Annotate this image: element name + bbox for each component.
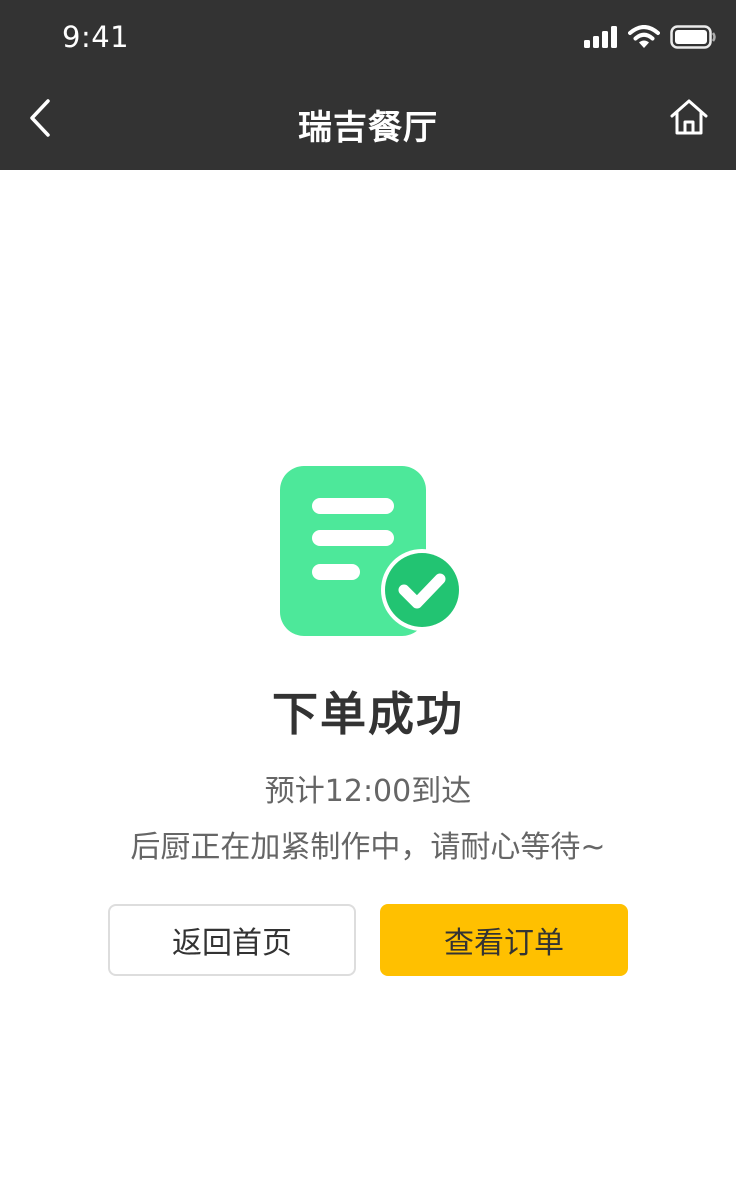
battery-icon: [670, 25, 716, 53]
view-order-button[interactable]: 查看订单: [380, 904, 628, 976]
signal-icon: [584, 26, 618, 52]
status-note: 后厨正在加紧制作中，请耐心等待~: [130, 830, 606, 865]
page-title: 瑞吉餐厅: [298, 108, 438, 148]
status-bar: 9:41: [0, 0, 736, 78]
order-result-page: 下单成功 预计12:00到达 后厨正在加紧制作中，请耐心等待~ 返回首页 查看订…: [0, 170, 736, 1182]
back-home-button[interactable]: 返回首页: [108, 904, 356, 976]
order-success-icon: [280, 466, 463, 638]
success-headline: 下单成功: [272, 687, 464, 741]
wifi-icon: [628, 25, 660, 53]
home-icon: [669, 97, 709, 141]
eta-text: 预计12:00到达: [264, 774, 472, 809]
home-button[interactable]: [666, 96, 712, 142]
status-icons: [584, 25, 716, 53]
nav-bar: 瑞吉餐厅: [0, 78, 736, 170]
status-time: 9:41: [62, 20, 130, 54]
